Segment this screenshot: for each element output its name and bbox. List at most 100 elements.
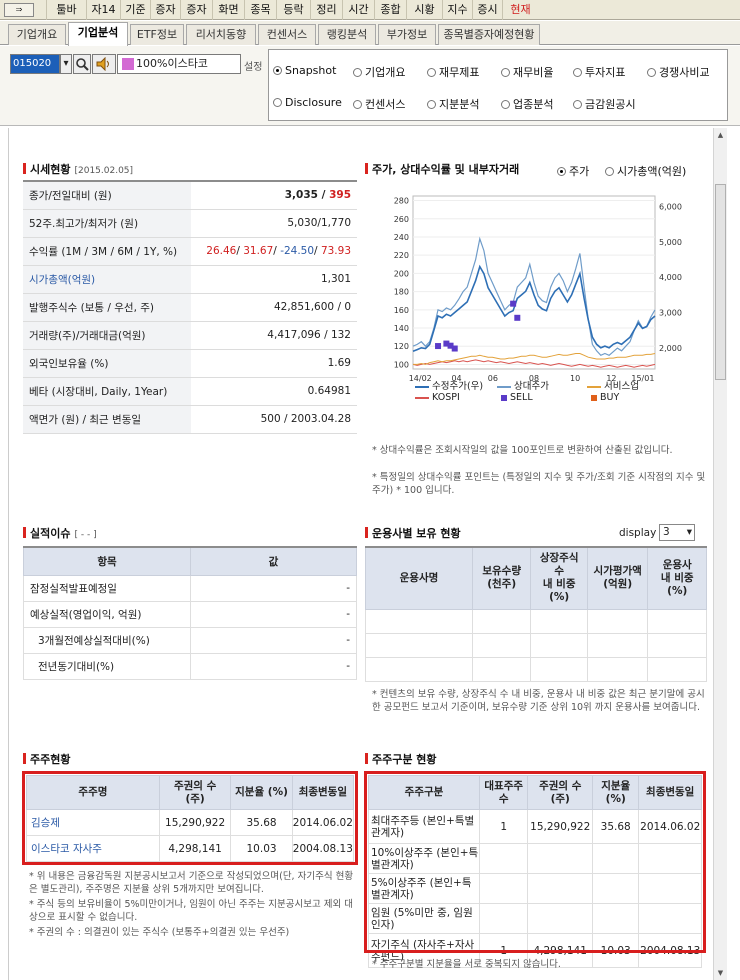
menu-item-11[interactable]: 시황 — [406, 0, 442, 20]
menu-item-7[interactable]: 등락 — [276, 0, 310, 20]
menu-item-1[interactable]: 자14 — [86, 0, 120, 20]
legend-item: 수정주가(우) — [415, 378, 483, 392]
funds-cell — [365, 632, 473, 658]
menu-item-9[interactable]: 시간 — [342, 0, 374, 20]
tab-1[interactable]: 기업분석 — [68, 22, 128, 46]
radio-dot — [427, 100, 436, 109]
legend-label: 수정주가(우) — [432, 381, 484, 392]
settings-label[interactable]: 설정 — [244, 58, 262, 73]
menu-item-6[interactable]: 종목 — [244, 0, 276, 20]
legend-label: KOSPI — [432, 392, 460, 403]
sell-marker — [451, 345, 458, 352]
view-radio-4[interactable]: 투자지표 — [573, 64, 625, 80]
radio-price[interactable]: 주가 — [557, 163, 589, 179]
chart-note-1: * 상대수익률은 조회시작일의 값을 100포인트로 변환하여 산출된 값입니다… — [372, 445, 673, 456]
view-radio-label: 재무제표 — [439, 66, 480, 79]
menu-item-8[interactable]: 정리 — [310, 0, 342, 20]
funds-header: 시가평가액 (억원) — [586, 546, 649, 610]
market-value: 1,301 — [190, 265, 357, 294]
y-left-tick: 280 — [394, 197, 409, 206]
y-right-tick: 2,000 — [659, 344, 682, 353]
legend-label: 서비스업 — [604, 381, 639, 392]
content-frame: 시세현황 [2015.02.05] 종가/전일대비 (원) 3,035 / 395 5… — [8, 128, 726, 980]
view-radio-0[interactable]: Snapshot — [273, 64, 336, 77]
market-row: 거래량(주)/거래대금(억원) 4,417,096 / 132 — [23, 321, 357, 350]
scroll-thumb[interactable] — [715, 184, 726, 380]
funds-cell — [365, 608, 473, 634]
view-radio-3[interactable]: 재무비율 — [501, 64, 553, 80]
view-radio-1[interactable]: 기업개요 — [353, 64, 405, 80]
stock-name-field[interactable]: 100%이스타코 — [117, 54, 241, 74]
menu-item-4[interactable]: 증자 — [180, 0, 212, 20]
tab-2[interactable]: ETF정보 — [130, 24, 184, 45]
menu-item-13[interactable]: 증시 — [472, 0, 502, 20]
search-icon[interactable] — [73, 54, 91, 74]
sound-icon[interactable] — [92, 54, 116, 74]
menu-item-5[interactable]: 화면 — [212, 0, 244, 20]
funds-header: 상장주식 수 내 비중 (%) — [530, 546, 588, 610]
shareholders-note: * 위 내용은 금융감독원 지분공시보고서 기준으로 작성되었으며(단, 자기주… — [29, 871, 354, 895]
menu-item-14[interactable]: 현재 — [502, 0, 538, 20]
return-1m: 26.46 — [206, 245, 237, 257]
view-radio-9[interactable]: 업종분석 — [501, 96, 553, 112]
market-value: 4,417,096 / 132 — [190, 321, 357, 350]
earnings-title: 실적이슈 — [30, 527, 71, 540]
view-radio-2[interactable]: 재무제표 — [427, 64, 479, 80]
menu-item-12[interactable]: 지수 — [442, 0, 472, 20]
display-select[interactable]: 3 ▾ — [659, 524, 695, 541]
market-label: 베타 (시장대비, Daily, 1Year) — [23, 377, 191, 406]
radio-price-dot — [557, 167, 566, 176]
market-row: 수익률 (1M / 3M / 6M / 1Y, %) 26.46/ 31.67/ … — [23, 237, 357, 266]
menu-item-2[interactable]: 기준 — [120, 0, 150, 20]
y-left-tick: 200 — [394, 269, 409, 278]
menu-item-3[interactable]: 증자 — [150, 0, 180, 20]
view-radio-10[interactable]: 금감원공시 — [573, 96, 636, 112]
tab-4[interactable]: 컨센서스 — [258, 24, 316, 45]
view-radio-8[interactable]: 지분분석 — [427, 96, 479, 112]
funds-section-title: 운용사별 보유 현황 — [365, 525, 461, 541]
funds-empty-row — [365, 656, 707, 682]
market-value: 3,035 / 395 — [190, 181, 357, 210]
tab-0[interactable]: 기업개요 — [8, 24, 66, 45]
tab-3[interactable]: 리서치동향 — [186, 24, 256, 45]
tab-7[interactable]: 종목별증자예정현황 — [438, 24, 540, 45]
funds-cell — [530, 632, 588, 658]
view-radio-label: 지분분석 — [439, 98, 480, 111]
scroll-up-icon[interactable]: ▲ — [715, 129, 726, 141]
earnings-label: 예상실적(영업이익, 억원) — [23, 600, 191, 628]
stock-code-input[interactable]: 015020 — [10, 54, 60, 74]
funds-cell — [586, 632, 649, 658]
earnings-header-item: 항목 — [23, 546, 191, 576]
market-label: 거래량(주)/거래대금(억원) — [23, 321, 191, 350]
vertical-scrollbar[interactable]: ▲ ▼ — [713, 128, 727, 980]
tab-6[interactable]: 부가정보 — [378, 24, 436, 45]
code-dropdown-icon[interactable]: ▾ — [60, 54, 72, 74]
legend-swatch — [415, 385, 429, 388]
radio-dot — [273, 98, 282, 107]
market-row: 종가/전일대비 (원) 3,035 / 395 — [23, 181, 357, 210]
view-radio-6[interactable]: Disclosure — [273, 96, 342, 109]
menu-item-10[interactable]: 종합 — [374, 0, 406, 20]
earnings-label: 3개월전예상실적대비(%) — [23, 626, 191, 654]
scroll-down-icon[interactable]: ▼ — [715, 967, 726, 979]
shareholders-note: * 주권의 수 : 의결권이 있는 주식수 (보통주+의결권 있는 우선주) — [29, 927, 290, 938]
radio-dot — [353, 100, 362, 109]
display-value: 3 — [663, 526, 670, 538]
tab-5[interactable]: 랭킹분석 — [318, 24, 376, 45]
market-title: 시세현황 — [30, 163, 71, 176]
menu-item-0[interactable]: 툴바 — [46, 0, 86, 20]
funds-cell — [586, 608, 649, 634]
radio-marketcap[interactable]: 시가총액(억원) — [605, 163, 686, 179]
y-left-tick: 260 — [394, 215, 409, 224]
view-radio-7[interactable]: 컨센서스 — [353, 96, 405, 112]
market-label: 종가/전일대비 (원) — [23, 181, 191, 210]
funds-header: 운용사명 — [365, 546, 473, 610]
radio-dot — [647, 68, 656, 77]
market-label[interactable]: 시가총액(억원) — [23, 265, 191, 294]
menu-collapse-icon[interactable]: ⇒ — [4, 3, 34, 17]
view-radio-5[interactable]: 경쟁사비교 — [647, 64, 710, 80]
sell-marker — [435, 343, 442, 350]
legend-swatch — [497, 385, 511, 388]
stock-name: 100%이스타코 — [136, 57, 208, 70]
legend-swatch — [591, 394, 597, 401]
